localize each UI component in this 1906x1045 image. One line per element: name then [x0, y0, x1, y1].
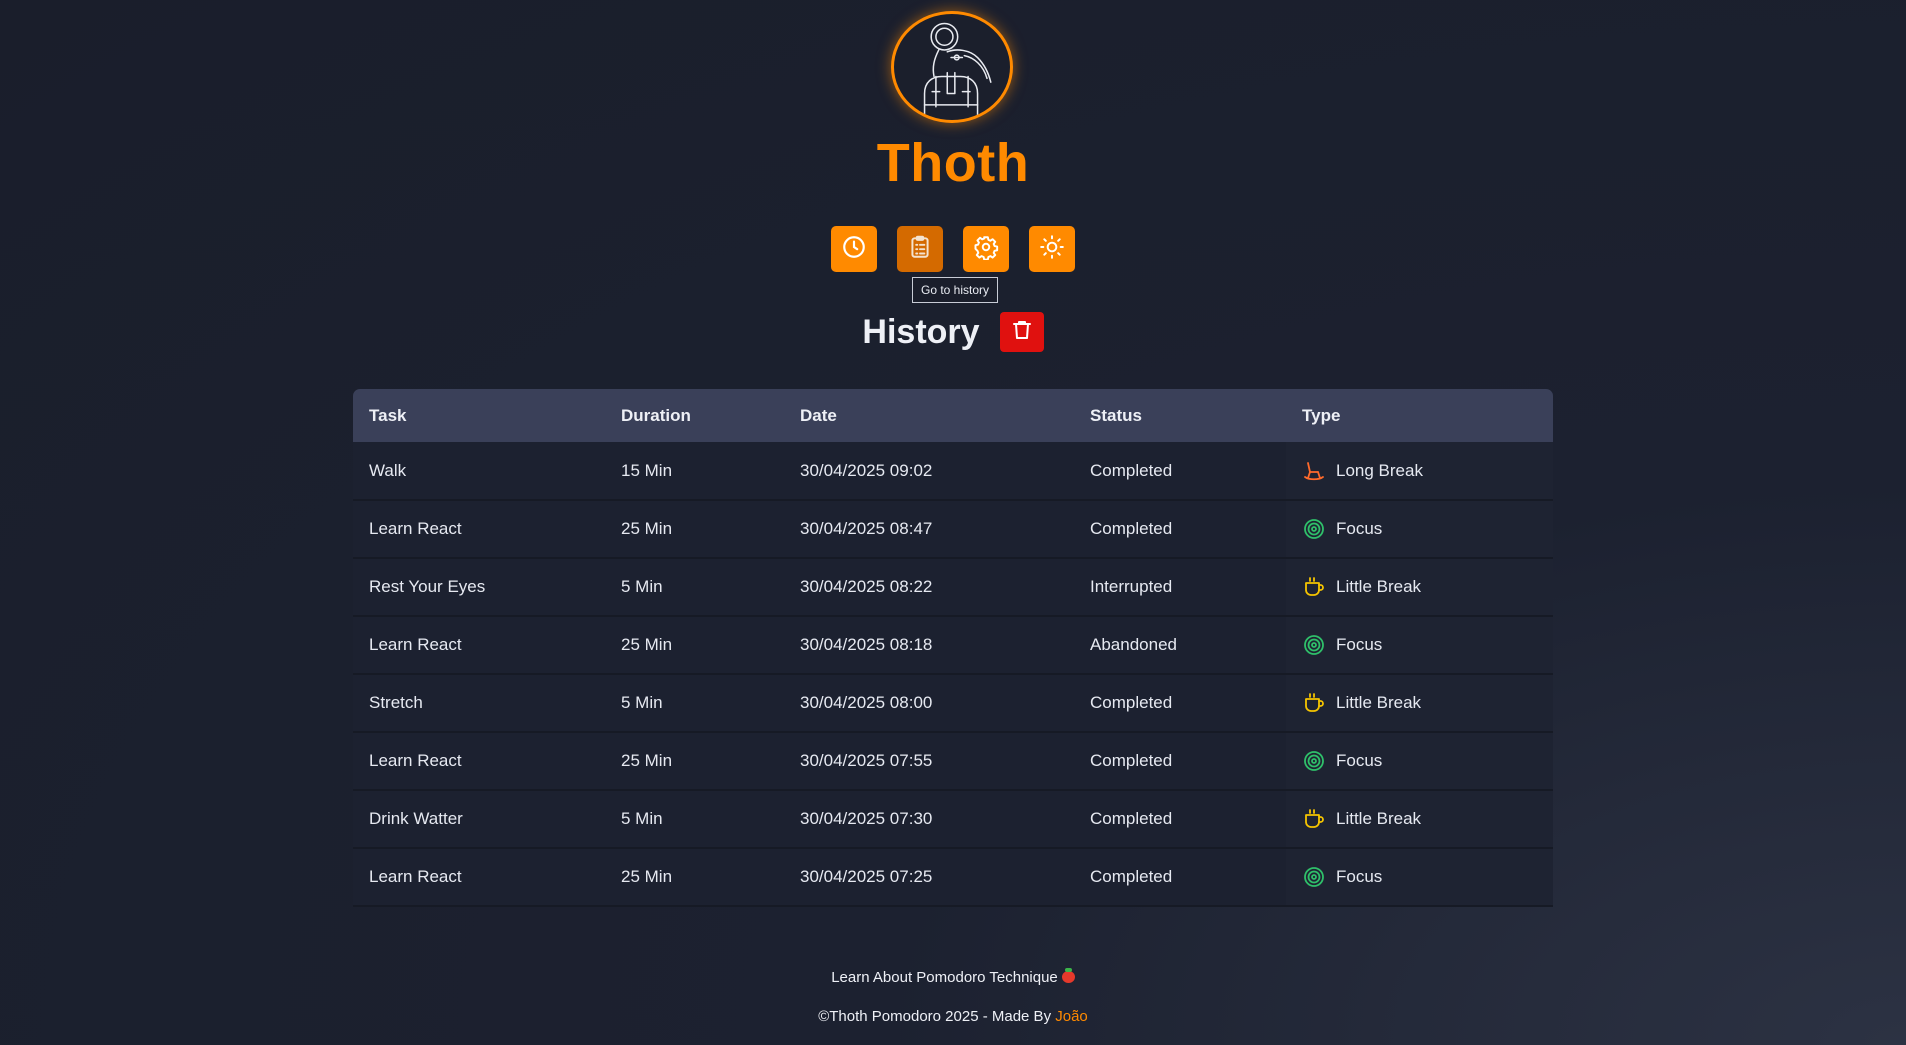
cell-date: 30/04/2025 08:47	[800, 519, 933, 538]
cell-duration: 25 Min	[621, 519, 673, 538]
rocking-chair-icon	[1302, 459, 1326, 483]
type-label: Little Break	[1336, 693, 1422, 712]
cell-date: 30/04/2025 07:25	[800, 867, 933, 886]
type-label: Focus	[1336, 867, 1383, 886]
table-row: Learn React 25 Min 30/04/2025 07:25 Complet…	[353, 848, 1553, 906]
cell-status: Completed	[1090, 751, 1173, 770]
column-header-date: Date	[800, 405, 837, 425]
column-header-type: Type	[1302, 405, 1341, 425]
table-row: Learn React 25 Min 30/04/2025 08:18 Abandon…	[353, 616, 1553, 674]
column-header-status: Status	[1090, 405, 1142, 425]
main-nav	[831, 226, 1075, 272]
table-row: Learn React 25 Min 30/04/2025 08:47 Complet…	[353, 500, 1553, 558]
type-label: Focus	[1336, 635, 1383, 654]
cell-status: Completed	[1090, 693, 1173, 712]
cell-duration: 5 Min	[621, 577, 663, 596]
tomato-icon	[1061, 968, 1075, 983]
history-table: Task Duration Date Status Type Walk 15 Mi…	[353, 389, 1553, 907]
thoth-logo	[891, 11, 1013, 123]
table-row: Stretch 5 Min 30/04/2025 08:00 Completed Lit…	[353, 674, 1553, 732]
theme-toggle-button[interactable]	[1029, 226, 1075, 272]
cell-task: Rest Your Eyes	[369, 577, 486, 596]
column-header-task: Task	[369, 405, 407, 425]
cell-duration: 25 Min	[621, 635, 673, 654]
cell-date: 30/04/2025 08:00	[800, 693, 933, 712]
cell-date: 30/04/2025 07:55	[800, 751, 933, 770]
clear-history-button[interactable]	[999, 312, 1044, 352]
cell-status: Completed	[1090, 809, 1173, 828]
cell-task: Walk	[369, 460, 407, 480]
cell-type: Focus	[1286, 732, 1553, 790]
history-button[interactable]	[897, 226, 943, 272]
target-icon	[1302, 865, 1326, 889]
cell-status: Interrupted	[1090, 577, 1173, 596]
cell-status: Completed	[1090, 460, 1173, 480]
cell-duration: 5 Min	[621, 809, 663, 828]
table-row: Rest Your Eyes 5 Min 30/04/2025 08:22 Inter…	[353, 558, 1553, 616]
type-label: Little Break	[1336, 577, 1422, 596]
type-label: Little Break	[1336, 809, 1422, 828]
pomodoro-info-link[interactable]: Learn About Pomodoro Technique	[0, 968, 1906, 986]
cell-duration: 25 Min	[621, 751, 673, 770]
home-timer-button[interactable]	[831, 226, 877, 272]
clock-icon	[841, 234, 867, 265]
cell-type: Focus	[1286, 616, 1553, 674]
app-title: Thoth	[876, 133, 1030, 193]
cell-duration: 5 Min	[621, 693, 663, 712]
coffee-icon	[1302, 691, 1326, 715]
credit-text: ©Thoth Pomodoro 2025 - Made By	[818, 1008, 1052, 1025]
cell-status: Completed	[1090, 867, 1173, 886]
pomodoro-info-label: Learn About Pomodoro Technique	[831, 969, 1058, 986]
column-header-duration: Duration	[621, 405, 691, 425]
cell-task: Learn React	[369, 867, 462, 886]
cell-type: Long Break	[1286, 442, 1553, 500]
target-icon	[1302, 749, 1326, 773]
page-title: History	[862, 312, 980, 351]
clipboard-icon	[907, 234, 933, 265]
cell-task: Learn React	[369, 519, 462, 538]
history-header: History	[0, 312, 1906, 352]
cell-task: Drink Watter	[369, 809, 463, 828]
type-label: Long Break	[1336, 460, 1423, 480]
table-header-row: Task Duration Date Status Type	[353, 389, 1553, 442]
cell-type: Little Break	[1286, 790, 1553, 848]
cell-duration: 25 Min	[621, 867, 673, 886]
cell-type: Focus	[1286, 848, 1553, 906]
cell-task: Learn React	[369, 751, 462, 770]
settings-button[interactable]	[963, 226, 1009, 272]
cell-type: Little Break	[1286, 674, 1553, 732]
cell-type: Focus	[1286, 500, 1553, 558]
coffee-icon	[1302, 575, 1326, 599]
cell-task: Stretch	[369, 693, 423, 712]
table-row: Walk 15 Min 30/04/2025 09:02 Completed Long …	[353, 442, 1553, 500]
cell-status: Abandoned	[1090, 635, 1177, 654]
cell-task: Learn React	[369, 635, 462, 654]
table-row: Learn React 25 Min 30/04/2025 07:55 Complet…	[353, 732, 1553, 790]
trash-icon	[1010, 318, 1034, 347]
table-row: Drink Watter 5 Min 30/04/2025 07:30 Complet…	[353, 790, 1553, 848]
history-tooltip: Go to history	[912, 277, 999, 303]
target-icon	[1302, 633, 1326, 657]
cell-date: 30/04/2025 08:18	[800, 635, 933, 654]
gear-icon	[973, 234, 999, 265]
type-label: Focus	[1336, 519, 1383, 538]
cell-date: 30/04/2025 08:22	[800, 577, 933, 596]
cell-duration: 15 Min	[621, 460, 673, 480]
sun-icon	[1039, 234, 1065, 265]
target-icon	[1302, 517, 1326, 541]
footer-credit: ©Thoth Pomodoro 2025 - Made By João	[0, 1008, 1906, 1025]
cell-date: 30/04/2025 07:30	[800, 809, 933, 828]
type-label: Focus	[1336, 751, 1383, 770]
author-link[interactable]: João	[1055, 1008, 1088, 1025]
cell-type: Little Break	[1286, 558, 1553, 616]
cell-date: 30/04/2025 09:02	[800, 460, 933, 480]
coffee-icon	[1302, 807, 1326, 831]
cell-status: Completed	[1090, 519, 1173, 538]
